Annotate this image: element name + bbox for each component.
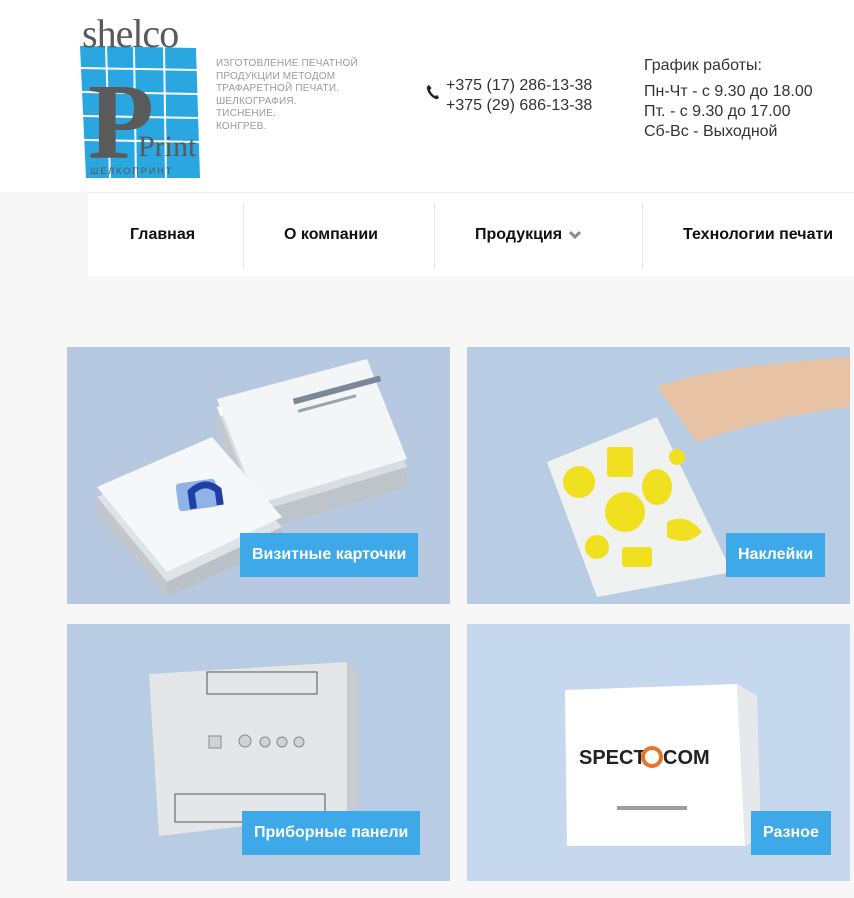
tagline-line: Конгрев. — [216, 120, 267, 132]
logo-wordmark: shelco — [82, 11, 179, 56]
logo-subtitle: ШЕЛКОПРИНТ — [90, 166, 174, 176]
schedule-line: Сб-Вс - Выходной — [644, 123, 778, 140]
phone-block: +375 (17) 286-13-38 +375 (29) 686-13-38 — [426, 76, 592, 116]
main-nav: Главная О компании Продукция Технологии … — [88, 192, 854, 276]
tile-label: Приборные панели — [242, 811, 421, 855]
tagline-line: Шелкография. — [216, 95, 297, 107]
svg-text:COM: COM — [663, 747, 710, 769]
tagline-line: Тиснение. — [216, 108, 277, 119]
svg-text:Print: Print — [138, 130, 197, 163]
product-tile-instrument-panels[interactable]: Приборные панели — [67, 624, 450, 881]
nav-item-label: О компании — [284, 226, 378, 243]
tile-label: Наклейки — [726, 533, 826, 577]
chevron-down-icon — [569, 230, 582, 240]
tagline: Изготовление печатной продукции методом … — [216, 58, 386, 133]
nav-item-about[interactable]: О компании — [284, 193, 378, 277]
phone-link-mobile[interactable]: +375 (29) 686-13-38 — [446, 96, 592, 116]
product-tile-stickers[interactable]: Наклейки — [467, 347, 850, 604]
tile-label: Визитные карточки — [240, 533, 419, 577]
logo[interactable]: P Print shelco ШЕЛКОПРИНТ — [76, 8, 206, 183]
schedule-title: График работы: — [644, 57, 762, 74]
nav-divider — [642, 203, 643, 269]
phone-link-landline[interactable]: +375 (17) 286-13-38 — [446, 76, 592, 96]
nav-item-label: Технологии печати — [683, 226, 834, 243]
phone-icon — [426, 85, 439, 100]
nav-item-label: Главная — [130, 226, 196, 243]
nav-item-home[interactable]: Главная — [130, 193, 195, 277]
nav-item-label: Продукция — [475, 226, 563, 243]
nav-item-print-technologies[interactable]: Технологии печати — [683, 193, 833, 277]
nav-divider — [434, 203, 435, 269]
svg-text:P: P — [88, 63, 154, 182]
tagline-line: Изготовление печатной — [216, 58, 358, 69]
product-tile-misc[interactable]: SPECT COM Разное — [467, 624, 850, 881]
tagline-line: трафаретной печати. — [216, 83, 340, 94]
nav-item-products[interactable]: Продукция — [475, 193, 582, 277]
work-schedule: График работы: Пн-Чт - с 9.30 до 18.00 П… — [644, 56, 813, 142]
schedule-line: Пн-Чт - с 9.30 до 18.00 — [644, 83, 813, 100]
svg-text:SPECT: SPECT — [579, 747, 646, 769]
tile-label: Разное — [751, 811, 831, 855]
nav-divider — [243, 203, 244, 269]
tagline-line: продукции методом — [216, 70, 336, 82]
schedule-line: Пт. - с 9.30 до 17.00 — [644, 103, 791, 120]
header: P Print shelco ШЕЛКОПРИНТ Изготовление п… — [0, 0, 854, 192]
product-tile-business-cards[interactable]: Визитные карточки — [67, 347, 450, 604]
